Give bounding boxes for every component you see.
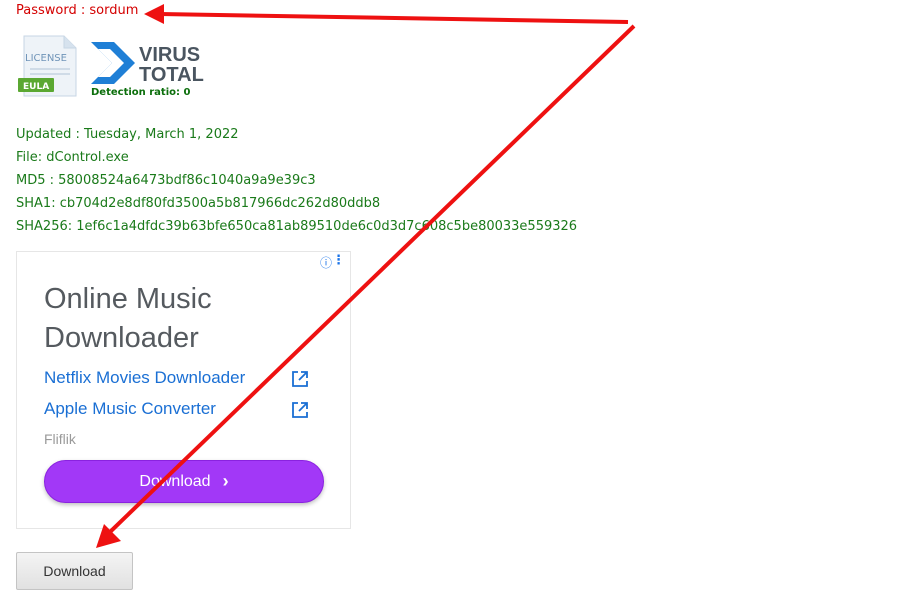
md5-hash: MD5 : 58008524a6473bdf86c1040a9a9e39c3 xyxy=(16,173,316,188)
eula-license-icon: LICENSE EULA xyxy=(18,34,80,100)
virustotal-line1: VIRUS xyxy=(139,44,200,66)
eula-top-text: LICENSE xyxy=(25,53,67,64)
ad-link-apple-music[interactable]: Apple Music Converter xyxy=(44,399,216,419)
file-name: File: dControl.exe xyxy=(16,150,129,165)
eula-badge-text: EULA xyxy=(23,82,49,92)
arrow-to-password xyxy=(159,12,629,24)
chevron-right-icon: › xyxy=(222,471,229,491)
virustotal-logo[interactable]: VIRUS TOTAL xyxy=(90,40,205,86)
sha1-hash: SHA1: cb704d2e8df80fd3500a5b817966dc262d… xyxy=(16,196,381,211)
sha256-hash: SHA256: 1ef6c1a4dfdc39b63bfe650ca81ab895… xyxy=(16,219,578,234)
password-text: Password : sordum xyxy=(16,3,139,18)
ad-box: ⓘ ⋮ Online Music Downloader Netflix Movi… xyxy=(16,251,351,529)
external-link-icon[interactable] xyxy=(291,370,309,388)
ad-link-netflix[interactable]: Netflix Movies Downloader xyxy=(44,368,245,388)
ad-download-label: Download xyxy=(139,472,211,490)
info-icon[interactable]: ⓘ xyxy=(320,254,332,271)
ad-download-button[interactable]: Download › xyxy=(44,460,324,503)
more-vert-icon[interactable]: ⋮ xyxy=(332,253,345,268)
ad-title[interactable]: Online Music Downloader xyxy=(44,280,334,358)
ad-advertiser: Fliflik xyxy=(44,431,76,447)
download-button[interactable]: Download xyxy=(16,552,133,590)
detection-ratio: Detection ratio: 0 xyxy=(91,87,191,98)
virustotal-line2: TOTAL xyxy=(139,64,204,86)
external-link-icon[interactable] xyxy=(291,401,309,419)
updated-date: Updated : Tuesday, March 1, 2022 xyxy=(16,127,239,142)
arrowhead-password xyxy=(144,4,164,24)
